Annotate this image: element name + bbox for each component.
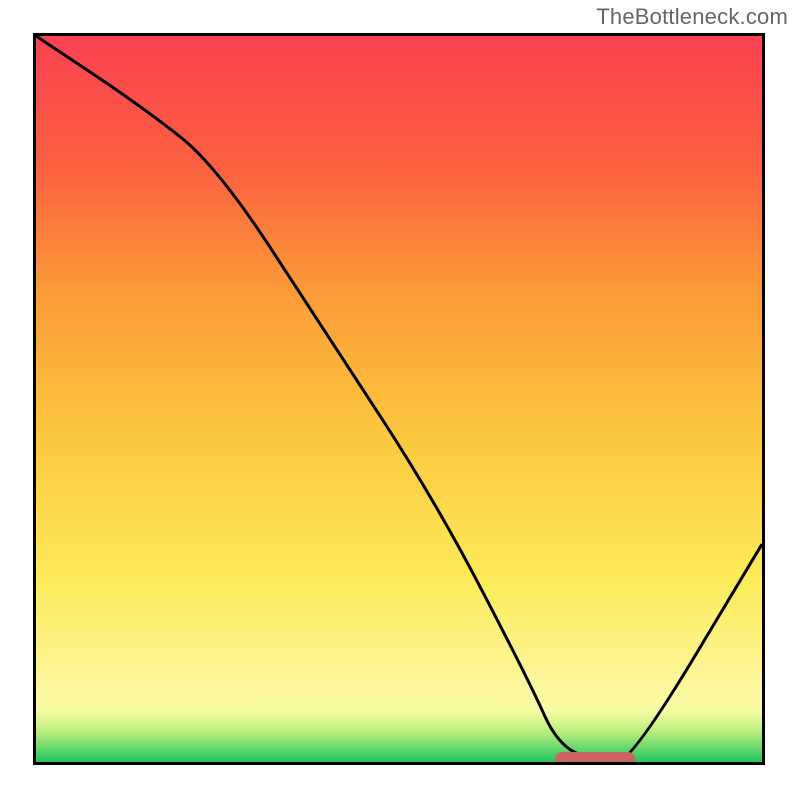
plot-area	[33, 33, 765, 765]
optimal-marker	[555, 752, 636, 765]
series-path	[36, 36, 762, 762]
chart-container: TheBottleneck.com	[0, 0, 800, 800]
watermark-text: TheBottleneck.com	[596, 4, 788, 30]
line-curve	[36, 36, 762, 762]
